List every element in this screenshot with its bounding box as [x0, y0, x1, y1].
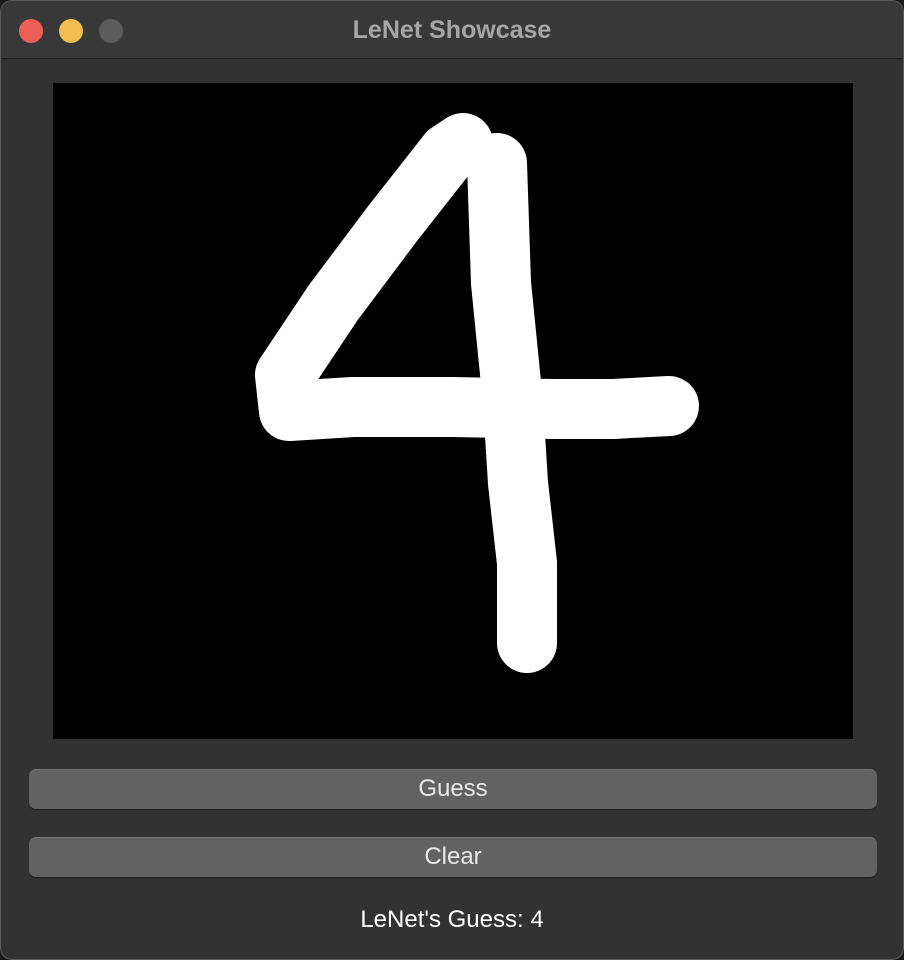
title-bar[interactable]: LeNet Showcase — [1, 1, 903, 59]
window-title: LeNet Showcase — [352, 16, 552, 44]
guess-button[interactable]: Guess — [29, 769, 877, 809]
app-window: LeNet Showcase Guess Clear LeNet's Guess… — [0, 0, 904, 960]
drawing-canvas[interactable] — [53, 83, 853, 739]
handwritten-digit-drawing — [255, 113, 699, 673]
digit-stroke-vertical — [467, 133, 557, 673]
prediction-result-label: LeNet's Guess: 4 — [360, 906, 544, 933]
clear-button[interactable]: Clear — [29, 837, 877, 877]
